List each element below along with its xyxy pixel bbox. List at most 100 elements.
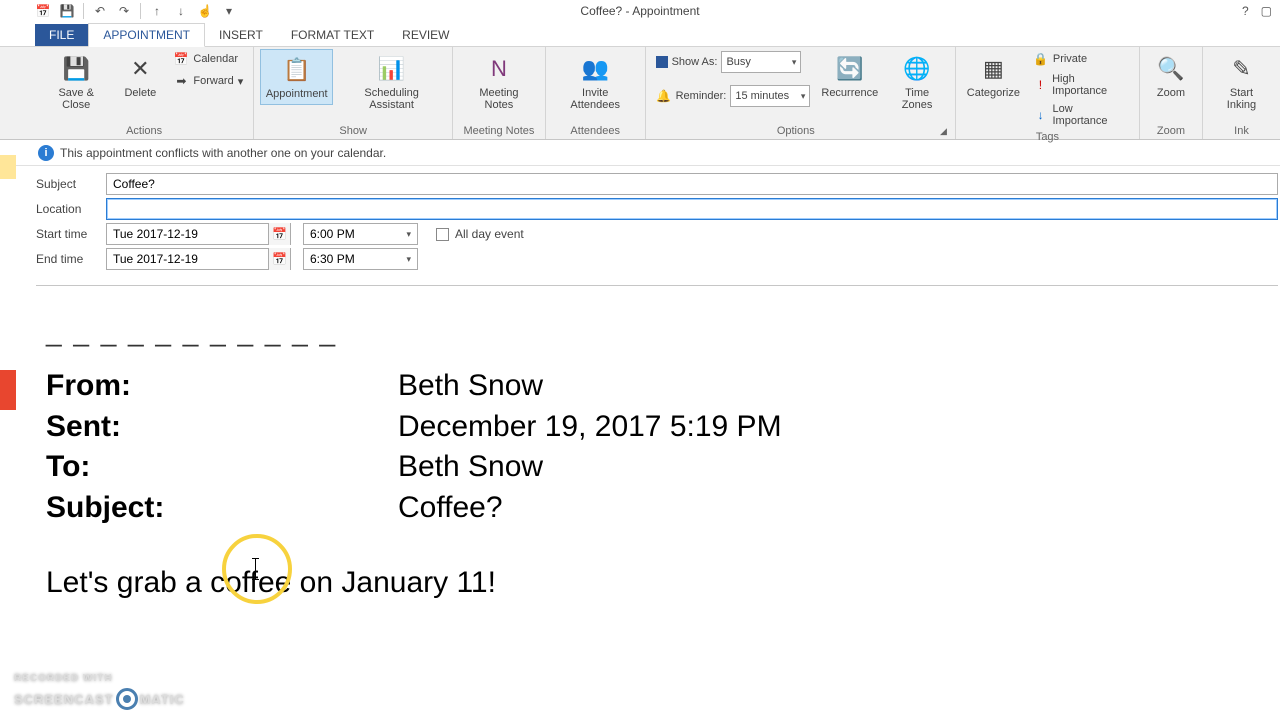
group-label-meeting-notes: Meeting Notes xyxy=(459,123,539,139)
ribbon: 💾 Save & Close ✕ Delete 📅 Calendar ➡ For… xyxy=(0,47,1280,140)
group-label-attendees: Attendees xyxy=(552,123,639,139)
group-ink: ✎ Start Inking Ink xyxy=(1203,47,1280,139)
time-zones-button[interactable]: 🌐 Time Zones xyxy=(885,49,949,115)
group-label-zoom: Zoom xyxy=(1146,123,1196,139)
reminder-dropdown[interactable]: 15 minutes xyxy=(730,85,810,107)
calendar-picker-icon[interactable]: 📅 xyxy=(268,248,290,270)
email-message: Let's grab a coffee on January 11! xyxy=(46,566,1268,600)
group-tags: ▦ Categorize 🔒 Private ! High Importance… xyxy=(956,47,1140,139)
appointment-form: Subject Location Start time Tue 2017-12-… xyxy=(0,166,1280,281)
to-label: To: xyxy=(46,447,398,488)
help-icon[interactable]: ? xyxy=(1242,4,1249,18)
tab-insert[interactable]: INSERT xyxy=(205,24,277,46)
start-inking-button[interactable]: ✎ Start Inking xyxy=(1209,49,1274,115)
show-as-row: Show As: Busy xyxy=(652,49,815,75)
appointment-button[interactable]: 📋 Appointment xyxy=(260,49,333,105)
sent-label: Sent: xyxy=(46,407,398,448)
info-icon: i xyxy=(38,145,54,161)
start-time-label: Start time xyxy=(36,227,106,241)
high-importance-button[interactable]: ! High Importance xyxy=(1029,71,1133,99)
group-label-tags: Tags xyxy=(962,129,1133,145)
tab-file[interactable]: FILE xyxy=(35,24,88,46)
conflict-message: This appointment conflicts with another … xyxy=(60,146,386,160)
start-date-input[interactable]: Tue 2017-12-19 📅 xyxy=(106,223,291,245)
calendar-button[interactable]: 📅 Calendar xyxy=(169,49,247,69)
options-dialog-launcher-icon[interactable]: ◢ xyxy=(940,126,949,137)
forward-button[interactable]: ➡ Forward ▾ xyxy=(169,71,247,91)
checkbox-icon xyxy=(436,228,449,241)
body-subject-label: Subject: xyxy=(46,488,398,529)
invite-attendees-button[interactable]: 👥 Invite Attendees xyxy=(552,49,639,115)
screencast-logo-icon xyxy=(116,688,138,710)
chevron-down-icon: ▾ xyxy=(238,75,244,88)
group-zoom: 🔍 Zoom Zoom xyxy=(1140,47,1203,139)
save-icon[interactable]: 💾 xyxy=(59,3,75,19)
onenote-icon: N xyxy=(483,53,515,85)
sent-value: December 19, 2017 5:19 PM xyxy=(398,407,782,448)
separator-dashes: _ _ _ _ _ _ _ _ _ _ _ xyxy=(46,316,1268,348)
group-label-options: Options xyxy=(652,123,940,139)
delete-icon: ✕ xyxy=(124,53,156,85)
globe-icon: 🌐 xyxy=(901,53,933,85)
to-value: Beth Snow xyxy=(398,447,543,488)
forward-icon: ➡ xyxy=(173,73,189,89)
group-show: 📋 Appointment 📊 Scheduling Assistant Sho… xyxy=(254,47,453,139)
save-close-icon: 💾 xyxy=(60,53,92,85)
from-value: Beth Snow xyxy=(398,366,543,407)
low-importance-button[interactable]: ↓ Low Importance xyxy=(1029,101,1133,129)
delete-button[interactable]: ✕ Delete xyxy=(115,49,165,103)
zoom-icon: 🔍 xyxy=(1155,53,1187,85)
calendar-icon[interactable]: 📅 xyxy=(35,3,51,19)
group-attendees: 👥 Invite Attendees Attendees xyxy=(546,47,646,139)
categorize-icon: ▦ xyxy=(977,53,1009,85)
calendar-small-icon: 📅 xyxy=(173,51,189,67)
appointment-icon: 📋 xyxy=(281,54,313,86)
screencast-watermark: RECORDED WITH SCREENCAST MATIC xyxy=(14,673,185,710)
edge-marker-red xyxy=(0,370,16,410)
calendar-picker-icon[interactable]: 📅 xyxy=(268,223,290,245)
scheduling-icon: 📊 xyxy=(376,53,408,85)
subject-input[interactable] xyxy=(106,173,1278,195)
location-input[interactable] xyxy=(106,198,1278,220)
private-button[interactable]: 🔒 Private xyxy=(1029,49,1133,69)
maximize-icon[interactable]: ▢ xyxy=(1261,4,1272,18)
tab-format-text[interactable]: FORMAT TEXT xyxy=(277,24,388,46)
lock-icon: 🔒 xyxy=(1033,51,1049,67)
meeting-notes-button[interactable]: N Meeting Notes xyxy=(459,49,539,115)
busy-square-icon xyxy=(656,56,668,68)
window-title: Coffee? - Appointment xyxy=(580,4,699,18)
appointment-body[interactable]: _ _ _ _ _ _ _ _ _ _ _ From: Beth Snow Se… xyxy=(36,285,1278,630)
title-bar: 📅 💾 ↶ ↷ ↑ ↓ ☝ ▾ Coffee? - Appointment ? … xyxy=(0,0,1280,22)
end-date-input[interactable]: Tue 2017-12-19 📅 xyxy=(106,248,291,270)
scheduling-assistant-button[interactable]: 📊 Scheduling Assistant xyxy=(337,49,446,115)
tab-appointment[interactable]: APPOINTMENT xyxy=(88,23,205,47)
group-label-actions: Actions xyxy=(41,123,247,139)
down-arrow-icon[interactable]: ↓ xyxy=(173,3,189,19)
zoom-button[interactable]: 🔍 Zoom xyxy=(1146,49,1196,103)
categorize-button[interactable]: ▦ Categorize xyxy=(962,49,1025,103)
start-time-input[interactable]: 6:00 PM xyxy=(303,223,418,245)
save-close-button[interactable]: 💾 Save & Close xyxy=(41,49,111,115)
redo-icon[interactable]: ↷ xyxy=(116,3,132,19)
recurrence-button[interactable]: 🔄 Recurrence xyxy=(818,49,881,103)
low-importance-icon: ↓ xyxy=(1033,107,1049,123)
tab-review[interactable]: REVIEW xyxy=(388,24,463,46)
group-actions: 💾 Save & Close ✕ Delete 📅 Calendar ➡ For… xyxy=(35,47,254,139)
end-time-label: End time xyxy=(36,252,106,266)
all-day-checkbox[interactable]: All day event xyxy=(436,227,524,241)
body-subject-value: Coffee? xyxy=(398,488,503,529)
up-arrow-icon[interactable]: ↑ xyxy=(149,3,165,19)
high-importance-icon: ! xyxy=(1033,77,1048,93)
reminder-row: 🔔 Reminder: 15 minutes xyxy=(652,83,815,109)
ribbon-tabs: FILE APPOINTMENT INSERT FORMAT TEXT REVI… xyxy=(0,22,1280,47)
group-meeting-notes: N Meeting Notes Meeting Notes xyxy=(453,47,546,139)
end-time-input[interactable]: 6:30 PM xyxy=(303,248,418,270)
touch-mode-icon[interactable]: ☝ xyxy=(197,3,213,19)
location-label: Location xyxy=(36,202,106,216)
undo-icon[interactable]: ↶ xyxy=(92,3,108,19)
qat-dropdown-icon[interactable]: ▾ xyxy=(221,3,237,19)
email-header: From: Beth Snow Sent: December 19, 2017 … xyxy=(46,366,1268,528)
attendees-icon: 👥 xyxy=(579,53,611,85)
show-as-dropdown[interactable]: Busy xyxy=(721,51,801,73)
group-options: Show As: Busy 🔔 Reminder: 15 minutes 🔄 R… xyxy=(646,47,956,139)
